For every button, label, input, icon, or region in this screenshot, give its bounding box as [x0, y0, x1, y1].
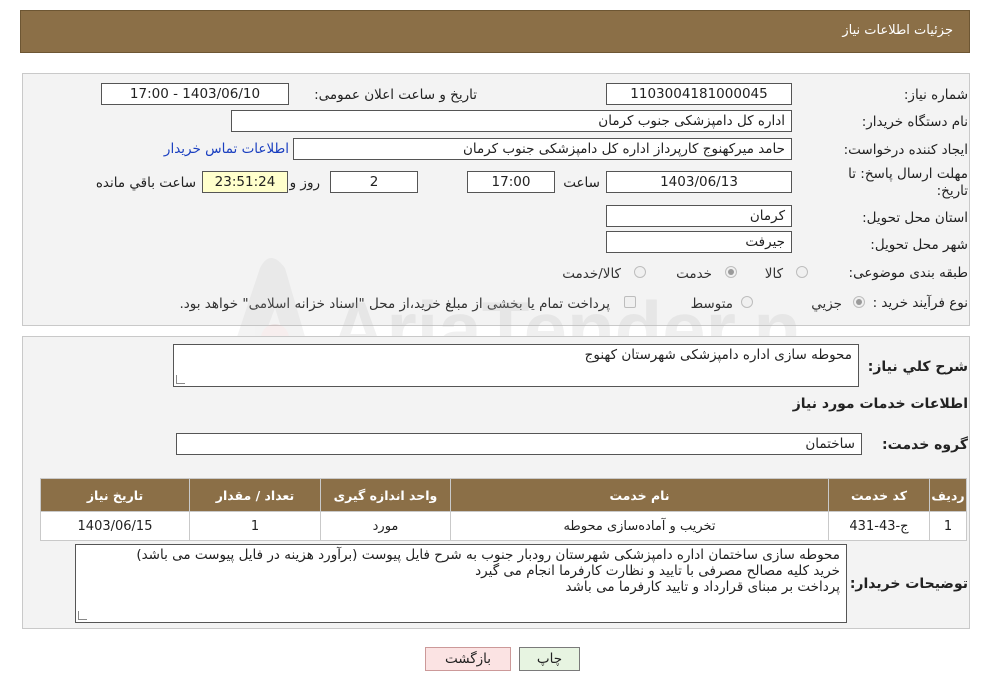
buyer-notes-line-1: محوطه سازی ساختمان اداره دامپزشکی شهرستا… — [136, 547, 840, 563]
summary-label: شرح کلي نیاز: — [867, 359, 968, 375]
buyer-notes-line-3: پرداخت بر مبنای قرارداد و تایید کارفرما … — [565, 579, 840, 595]
process-radio-medium[interactable] — [741, 296, 753, 308]
col-service-name: نام خدمت — [450, 478, 829, 512]
deadline-label-line1: مهلت ارسال پاسخ: تا — [848, 166, 968, 182]
province-field: کرمان — [606, 205, 792, 227]
category-option-goods: کالا — [764, 266, 783, 282]
buyer-notes-line-2: خرید کلیه مصالح مصرفی با تایید و نظارت ک… — [475, 563, 840, 579]
buyer-contact-link[interactable]: اطلاعات تماس خریدار — [164, 141, 289, 157]
cell-need-date: 1403/06/15 — [40, 511, 190, 541]
page-header: جزئیات اطلاعات نیاز — [20, 10, 970, 53]
cell-quantity: 1 — [189, 511, 321, 541]
service-group-label: گروه خدمت: — [882, 437, 968, 453]
deadline-date-field: 1403/06/13 — [606, 171, 792, 193]
process-type-label: نوع فرآیند خرید : — [872, 295, 968, 311]
province-label: استان محل تحویل: — [862, 210, 968, 226]
days-label: روز و — [289, 175, 320, 191]
buyer-notes-textarea: محوطه سازی ساختمان اداره دامپزشکی شهرستا… — [75, 544, 847, 623]
summary-text: محوطه سازی اداره دامپزشکی شهرستان کهنوج — [584, 347, 852, 363]
days-field: 2 — [330, 171, 418, 193]
buyer-org-field: اداره کل دامپزشکی جنوب کرمان — [231, 110, 792, 132]
resize-grip-icon[interactable] — [176, 375, 185, 384]
announce-date-label: تاریخ و ساعت اعلان عمومی: — [314, 87, 477, 103]
category-radio-goods-service[interactable] — [634, 266, 646, 278]
need-number-label: شماره نیاز: — [903, 87, 968, 103]
remaining-time-field: 23:51:24 — [202, 171, 288, 193]
city-label: شهر محل تحویل: — [870, 237, 968, 253]
deadline-time-label: ساعت — [563, 175, 600, 191]
cell-unit: مورد — [320, 511, 451, 541]
cell-row-number: 1 — [929, 511, 967, 541]
resize-grip-icon[interactable] — [78, 611, 87, 620]
buyer-org-label: نام دستگاه خریدار: — [861, 114, 968, 130]
table-row: 1 ج-43-431 تخریب و آماده‌سازی محوطه مورد… — [40, 511, 967, 541]
category-radio-goods[interactable] — [796, 266, 808, 278]
creator-label: ایجاد کننده درخواست: — [843, 142, 968, 158]
announce-date-field: 1403/06/10 - 17:00 — [101, 83, 289, 105]
col-service-code: کد خدمت — [828, 478, 930, 512]
services-heading: اطلاعات خدمات مورد نیاز — [792, 396, 968, 412]
category-option-service: خدمت — [676, 266, 712, 282]
col-quantity: تعداد / مقدار — [189, 478, 321, 512]
process-option-minor: جزیي — [811, 296, 842, 312]
page-title: جزئیات اطلاعات نیاز — [842, 23, 953, 38]
col-row-number: ردیف — [929, 478, 967, 512]
services-table: ردیف کد خدمت نام خدمت واحد اندازه گیری ت… — [40, 478, 967, 541]
service-group-field: ساختمان — [176, 433, 862, 455]
cell-service-code: ج-43-431 — [828, 511, 930, 541]
buyer-notes-label: توضیحات خریدار: — [849, 576, 968, 592]
remaining-time-label: ساعت باقي مانده — [95, 175, 196, 191]
back-button[interactable]: بازگشت — [425, 647, 511, 671]
print-button[interactable]: چاپ — [519, 647, 580, 671]
treasury-checkbox[interactable] — [624, 296, 636, 308]
city-field: جیرفت — [606, 231, 792, 253]
deadline-label-line2: تاریخ: — [936, 183, 968, 199]
col-need-date: تاریخ نیاز — [40, 478, 190, 512]
summary-textarea: محوطه سازی اداره دامپزشکی شهرستان کهنوج — [173, 344, 859, 387]
treasury-payment-note: پرداخت تمام یا بخشی از مبلغ خرید،از محل … — [179, 296, 610, 312]
creator-field: حامد میرکهنوج کارپرداز اداره کل دامپزشکی… — [293, 138, 792, 160]
process-option-medium: متوسط — [690, 296, 733, 312]
process-radio-minor[interactable] — [853, 296, 865, 308]
category-option-goods-service: کالا/خدمت — [562, 266, 621, 282]
col-unit: واحد اندازه گیری — [320, 478, 451, 512]
deadline-time-field: 17:00 — [467, 171, 555, 193]
need-number-field: 1103004181000045 — [606, 83, 792, 105]
services-table-header: ردیف کد خدمت نام خدمت واحد اندازه گیری ت… — [40, 478, 967, 512]
category-label: طبقه بندی موضوعی: — [848, 265, 968, 281]
cell-service-name: تخریب و آماده‌سازی محوطه — [450, 511, 829, 541]
category-radio-service[interactable] — [725, 266, 737, 278]
